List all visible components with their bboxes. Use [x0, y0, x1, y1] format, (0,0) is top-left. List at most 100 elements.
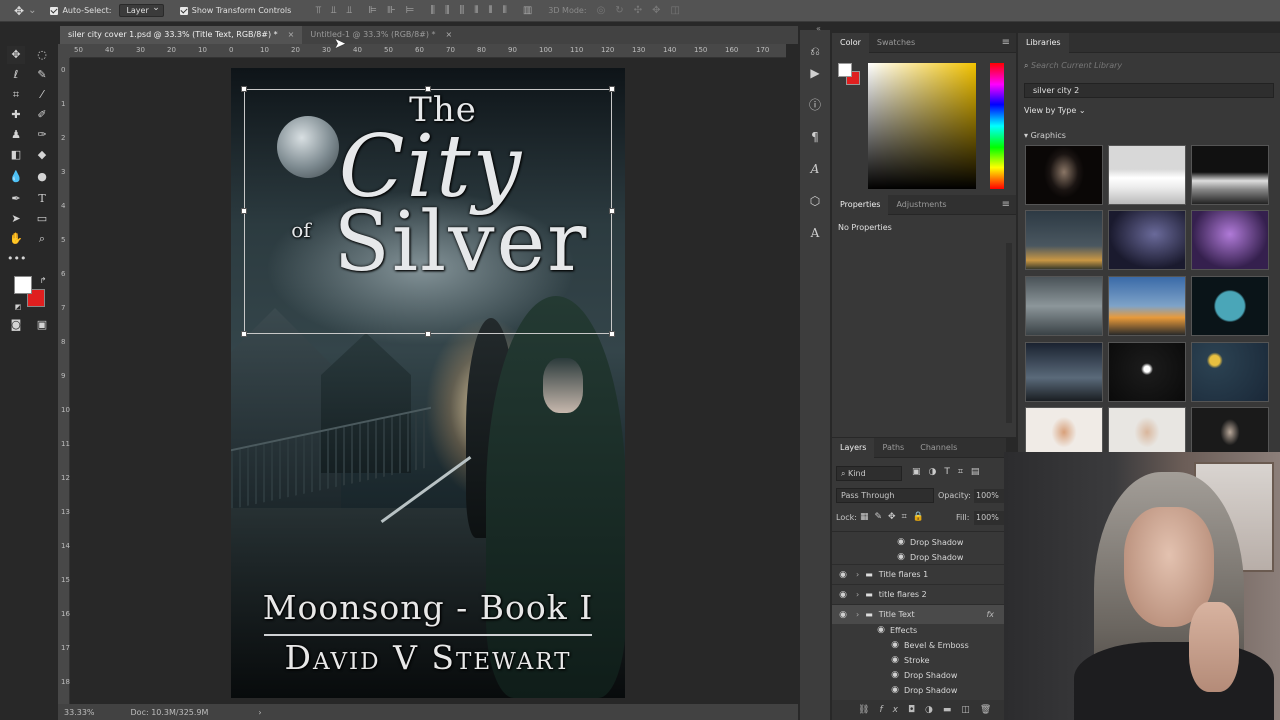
library-graphic-thumbnail[interactable]: [1025, 407, 1103, 453]
swap-colors-icon[interactable]: ↱: [34, 272, 52, 290]
orbit-3d-icon[interactable]: ◎: [597, 5, 606, 16]
dodge-tool-button[interactable]: ●: [33, 168, 51, 186]
eye-icon[interactable]: ◉: [838, 590, 848, 600]
scale-3d-icon[interactable]: ◫: [670, 5, 679, 16]
library-graphic-thumbnail[interactable]: [1191, 407, 1269, 453]
transform-handle[interactable]: [425, 331, 431, 337]
roll-3d-icon[interactable]: ↻: [615, 5, 623, 16]
pen-tool-button[interactable]: ✒: [7, 190, 25, 208]
default-colors-icon[interactable]: ◩: [9, 298, 27, 316]
distribute-right-icon[interactable]: ⫴: [503, 5, 507, 16]
blend-mode-select[interactable]: Pass Through: [836, 488, 934, 503]
kind-filter-select[interactable]: ⌕ Kind: [836, 466, 902, 481]
tab-paths[interactable]: Paths: [874, 438, 912, 458]
tab-channels[interactable]: Channels: [912, 438, 965, 458]
auto-select-target-select[interactable]: Layer: [119, 3, 164, 17]
character-icon[interactable]: A: [806, 160, 824, 178]
library-graphic-thumbnail[interactable]: [1191, 210, 1269, 270]
chevron-right-icon[interactable]: ›: [856, 610, 859, 619]
zoom-tool-button[interactable]: ⌕: [33, 230, 51, 248]
library-graphic-thumbnail[interactable]: [1108, 276, 1186, 336]
view-by-select[interactable]: View by Type ⌄: [1024, 106, 1086, 115]
distribute-top-icon[interactable]: ⫼: [430, 5, 435, 16]
eye-icon[interactable]: ◉: [890, 640, 900, 650]
panel-menu-icon[interactable]: ≡: [1002, 199, 1010, 210]
layer-filter-icons[interactable]: ▣◑T⌗▤: [912, 467, 987, 477]
pan-3d-icon[interactable]: ✣: [634, 5, 642, 16]
color-picker-field[interactable]: [868, 63, 976, 189]
quick-select-tool-button[interactable]: ✎: [33, 66, 51, 84]
align-top-icon[interactable]: ⫪: [315, 5, 321, 16]
fg-color-swatch[interactable]: [838, 63, 852, 77]
layers-footer-icons[interactable]: ⛓fx◘◑▬◫🗑: [832, 700, 1006, 720]
transform-bounding-box[interactable]: [241, 86, 615, 337]
library-graphic-thumbnail[interactable]: [1108, 342, 1186, 402]
eye-icon[interactable]: ◉: [876, 625, 886, 635]
edit-toolbar-icon[interactable]: •••: [7, 250, 26, 268]
screen-mode-icon[interactable]: ▣: [33, 316, 51, 334]
slide-3d-icon[interactable]: ✥: [652, 5, 660, 16]
align-right-icon[interactable]: ⊨: [406, 5, 415, 16]
tool-preset-dropdown-icon[interactable]: ⌄: [28, 5, 36, 16]
transform-handle[interactable]: [609, 86, 615, 92]
panel-menu-icon[interactable]: ≡: [1002, 37, 1010, 48]
chevron-right-icon[interactable]: ›: [856, 590, 859, 599]
marquee-tool-button[interactable]: ◌: [33, 46, 51, 64]
actions-play-icon[interactable]: ▶: [806, 64, 824, 82]
lock-icons[interactable]: ▦✎✥⌗🔒: [860, 512, 930, 522]
type-tool-button[interactable]: T: [33, 190, 51, 208]
move-tool-icon[interactable]: ✥: [14, 4, 24, 18]
hue-slider[interactable]: [990, 63, 1004, 189]
history-icon[interactable]: ⎌: [806, 42, 824, 60]
tab-color[interactable]: Color: [832, 32, 869, 53]
lasso-tool-button[interactable]: ℓ: [7, 66, 25, 84]
eyedropper-tool-button[interactable]: ⁄: [33, 86, 51, 104]
eye-icon[interactable]: ◉: [838, 570, 848, 580]
eraser-tool-button[interactable]: ◧: [7, 146, 25, 164]
3d-icon[interactable]: ⬡: [806, 192, 824, 210]
chevron-right-icon[interactable]: ›: [856, 570, 859, 579]
transform-handle[interactable]: [241, 86, 247, 92]
library-graphic-thumbnail[interactable]: [1025, 145, 1103, 205]
library-select[interactable]: silver city 2: [1024, 83, 1274, 98]
align-hcenter-icon[interactable]: ⊪: [387, 5, 396, 16]
eye-icon[interactable]: ◉: [896, 552, 906, 562]
paragraph-icon[interactable]: ¶: [806, 128, 824, 146]
transform-handle[interactable]: [609, 208, 615, 214]
foreground-color-swatch[interactable]: [14, 276, 32, 294]
hand-tool-button[interactable]: ✋: [7, 230, 25, 248]
transform-handle[interactable]: [241, 331, 247, 337]
show-transform-checkbox[interactable]: Show Transform Controls: [179, 6, 291, 15]
fx-badge[interactable]: fx: [986, 610, 994, 619]
layer-group-row[interactable]: ◉ › ▬ title flares 2: [832, 584, 1006, 604]
paint-bucket-tool-button[interactable]: ◆: [33, 146, 51, 164]
graphics-section-header[interactable]: ▾ Graphics: [1024, 131, 1066, 140]
status-menu-arrow[interactable]: ›: [258, 708, 261, 717]
opacity-field[interactable]: 100%: [974, 489, 1004, 503]
layer-effect-row[interactable]: ◉ Drop Shadow: [832, 680, 1006, 700]
collapse-icon[interactable]: «: [816, 24, 821, 33]
distribute-left-icon[interactable]: ⫴: [474, 5, 478, 16]
distribute-vcenter-icon[interactable]: ⫼: [445, 5, 450, 16]
library-graphic-thumbnail[interactable]: [1108, 210, 1186, 270]
library-graphic-thumbnail[interactable]: [1191, 276, 1269, 336]
distribute-bottom-icon[interactable]: ⫼: [460, 5, 465, 16]
eye-icon[interactable]: ◉: [896, 537, 906, 547]
doc-tab-untitled[interactable]: Untitled-1 @ 33.3% (RGB/8#) * ×: [302, 26, 460, 44]
character-styles-icon[interactable]: A: [806, 224, 824, 242]
eye-icon[interactable]: ◉: [890, 670, 900, 680]
zoom-level[interactable]: 33.33%: [64, 708, 95, 717]
eye-icon[interactable]: ◉: [838, 610, 848, 620]
tab-libraries[interactable]: Libraries: [1018, 32, 1069, 53]
close-icon[interactable]: ×: [446, 26, 453, 44]
auto-select-checkbox[interactable]: Auto-Select:: [50, 6, 111, 15]
layer-group-row[interactable]: ◉ › ▬ Title flares 1: [832, 564, 1006, 584]
vertical-ruler[interactable]: 0 1 2 3 4 5 6 7 8 9 10 11 12 13 14 15 16 17 18: [58, 58, 70, 704]
close-icon[interactable]: ×: [288, 26, 295, 44]
move-tool-button[interactable]: ✥: [7, 46, 25, 64]
blur-tool-button[interactable]: 💧: [7, 168, 25, 186]
properties-scrollbar[interactable]: [1006, 243, 1012, 423]
info-icon[interactable]: ⓘ: [806, 96, 824, 114]
quick-mask-icon[interactable]: ◙: [7, 316, 25, 334]
library-graphic-thumbnail[interactable]: [1108, 407, 1186, 453]
